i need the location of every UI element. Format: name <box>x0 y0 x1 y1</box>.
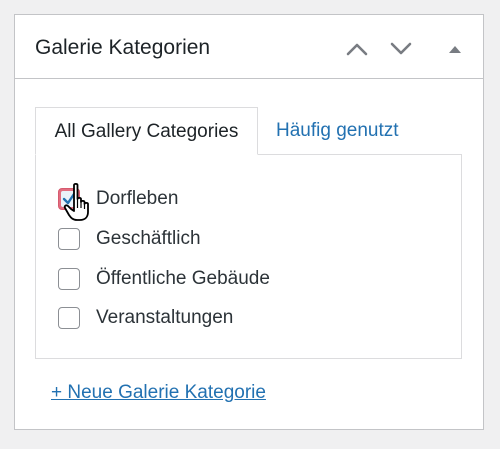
category-label: Veranstaltungen <box>96 307 234 328</box>
add-new-category-link[interactable]: + Neue Galerie Kategorie <box>51 382 266 404</box>
triangle-up-icon <box>449 46 461 53</box>
hand-pointer-icon <box>63 182 97 222</box>
category-checklist: Dorfleben Geschäftlich Öffentliche Gebäu… <box>35 154 462 359</box>
tab-most-used[interactable]: Häufig genutzt <box>276 107 399 155</box>
category-checkbox-veranstaltungen[interactable] <box>58 307 80 329</box>
move-down-button[interactable] <box>387 37 415 61</box>
category-label: Dorfleben <box>96 188 179 209</box>
category-tabs: All Gallery Categories Häufig genutzt <box>35 107 465 155</box>
list-item: Veranstaltungen <box>58 304 233 332</box>
tab-all-categories[interactable]: All Gallery Categories <box>35 107 258 155</box>
toggle-panel-button[interactable] <box>441 37 469 61</box>
category-checkbox-oeffentliche-gebaeude[interactable] <box>58 268 80 290</box>
category-label: Öffentliche Gebäude <box>96 268 270 289</box>
category-label: Geschäftlich <box>96 228 201 249</box>
metabox-title: Galerie Kategorien <box>35 36 211 59</box>
metabox-header: Galerie Kategorien <box>15 15 483 79</box>
list-item: Geschäftlich <box>58 225 201 253</box>
category-checkbox-geschaeftlich[interactable] <box>58 228 80 250</box>
chevron-down-icon <box>390 42 412 55</box>
chevron-up-icon <box>346 43 368 56</box>
move-up-button[interactable] <box>343 37 371 61</box>
list-item: Öffentliche Gebäude <box>58 265 270 293</box>
